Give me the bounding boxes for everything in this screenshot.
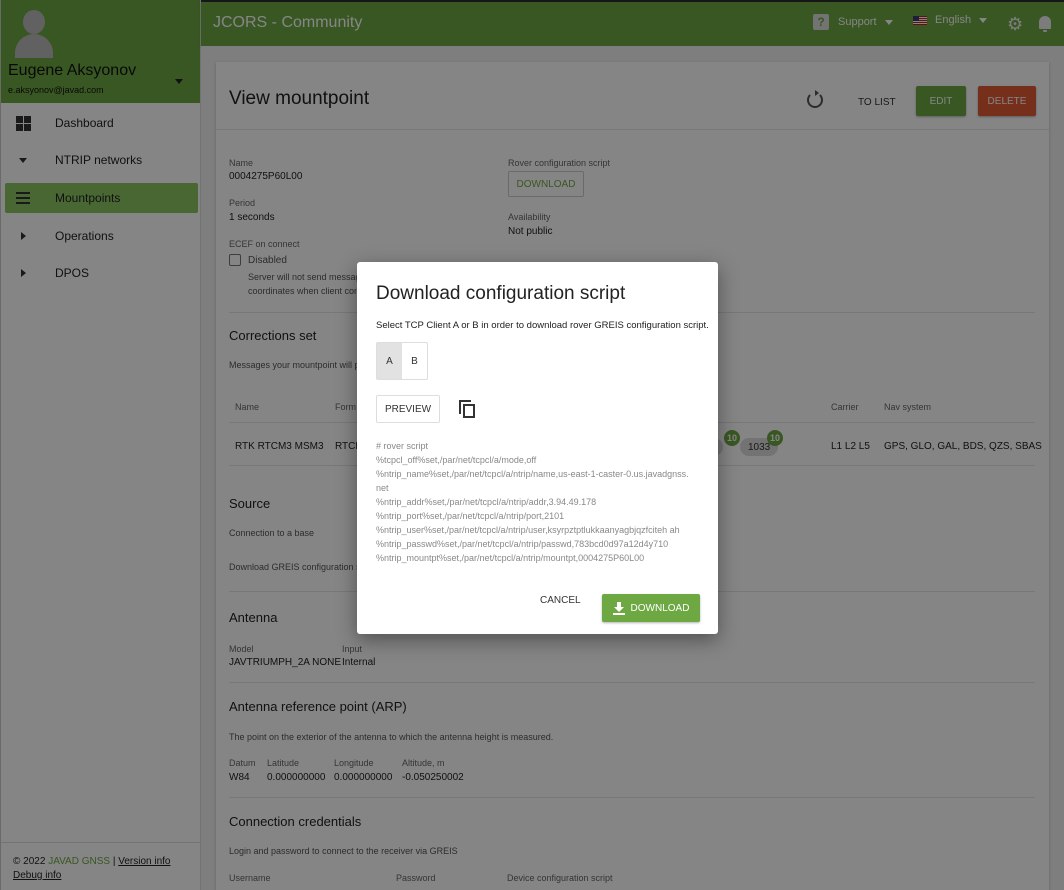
download-icon	[612, 601, 625, 615]
tcp-client-toggle: A B	[376, 342, 428, 380]
dialog-description: Select TCP Client A or B in order to dow…	[376, 320, 709, 331]
preview-button[interactable]: PREVIEW	[376, 395, 440, 423]
option-a-button[interactable]: A	[377, 343, 402, 379]
download-config-dialog: Download configuration script Select TCP…	[357, 262, 718, 634]
download-button[interactable]: DOWNLOAD	[602, 594, 700, 622]
dialog-title: Download configuration script	[376, 283, 626, 304]
script-text: # rover script %tcpcl_off%set,/par/net/t…	[376, 441, 689, 563]
option-b-button[interactable]: B	[402, 343, 427, 379]
copy-icon[interactable]	[459, 400, 475, 418]
download-label: DOWNLOAD	[630, 602, 690, 614]
script-textarea[interactable]: # rover script %tcpcl_off%set,/par/net/t…	[376, 439, 700, 580]
cancel-button[interactable]: CANCEL	[540, 595, 581, 606]
